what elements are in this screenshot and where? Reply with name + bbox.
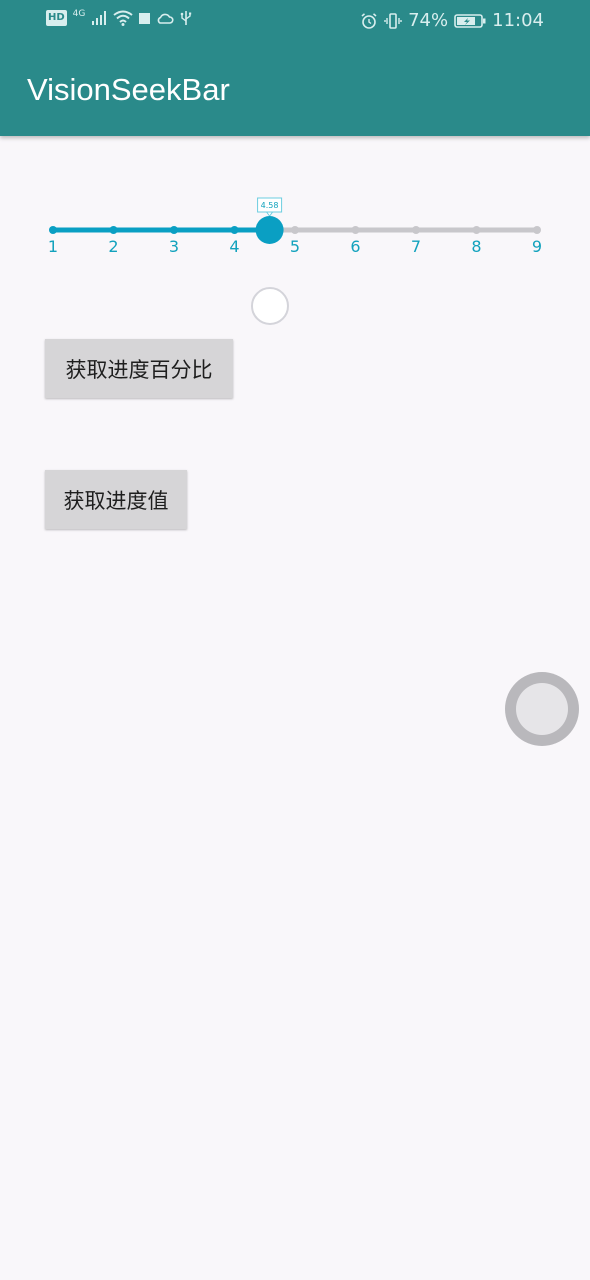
get-progress-percent-button[interactable]: 获取进度百分比 (45, 339, 233, 398)
seekbar-thumb[interactable] (255, 216, 284, 244)
seekbar-tick-label: 2 (108, 237, 118, 256)
alarm-icon (361, 12, 377, 29)
seekbar-tick-label: 6 (350, 237, 360, 256)
seekbar-tick-label: 1 (48, 237, 58, 256)
seekbar-tick-label: 3 (169, 237, 179, 256)
seekbar-tick-dot (170, 226, 178, 234)
seekbar-tick-label: 8 (471, 237, 481, 256)
signal-icon (92, 11, 107, 25)
seekbar-value-label: 4.58 (261, 201, 279, 210)
notification-square-icon (139, 12, 151, 24)
hd-icon: HD (46, 10, 67, 26)
vibrate-icon (384, 12, 402, 29)
floating-assistive-ball[interactable] (505, 672, 579, 746)
status-bar: HD 4G 74% 11:04 (0, 0, 590, 44)
seekbar-tick-label: 9 (532, 237, 542, 256)
vision-seek-bar[interactable]: 1 2 3 4 5 6 7 8 9 4.58 (0, 190, 590, 270)
app-title: VisionSeekBar (27, 72, 230, 107)
battery-percent: 74% (408, 10, 449, 31)
seekbar-tick-dot (472, 226, 481, 234)
seekbar-tick-dot (291, 226, 299, 234)
clock-time: 11:04 (492, 10, 544, 31)
seekbar-value-bubble: 4.58 (257, 197, 283, 217)
seekbar-tick-label: 4 (229, 237, 239, 256)
indicator-circle (251, 287, 289, 325)
wifi-icon (113, 10, 133, 26)
seekbar-tick-dot (49, 226, 57, 234)
battery-charging-icon (454, 13, 486, 28)
seekbar-tick-dot (109, 226, 118, 234)
seekbar-tick-label: 7 (411, 237, 421, 256)
seekbar-tick-dot (230, 226, 239, 234)
seekbar-tick-dot (533, 226, 541, 234)
seekbar-tick-dot (351, 226, 360, 234)
usb-icon (181, 11, 192, 25)
cloud-icon (158, 13, 174, 24)
network-4g-icon: 4G (72, 9, 86, 19)
seekbar-tick-dot (412, 226, 420, 234)
floating-ball-inner (516, 683, 568, 735)
seekbar-tick-label: 5 (290, 237, 300, 256)
app-bar: HD 4G 74% 11:04 VisionSeekBar (0, 0, 590, 136)
get-progress-value-button[interactable]: 获取进度值 (45, 470, 187, 529)
